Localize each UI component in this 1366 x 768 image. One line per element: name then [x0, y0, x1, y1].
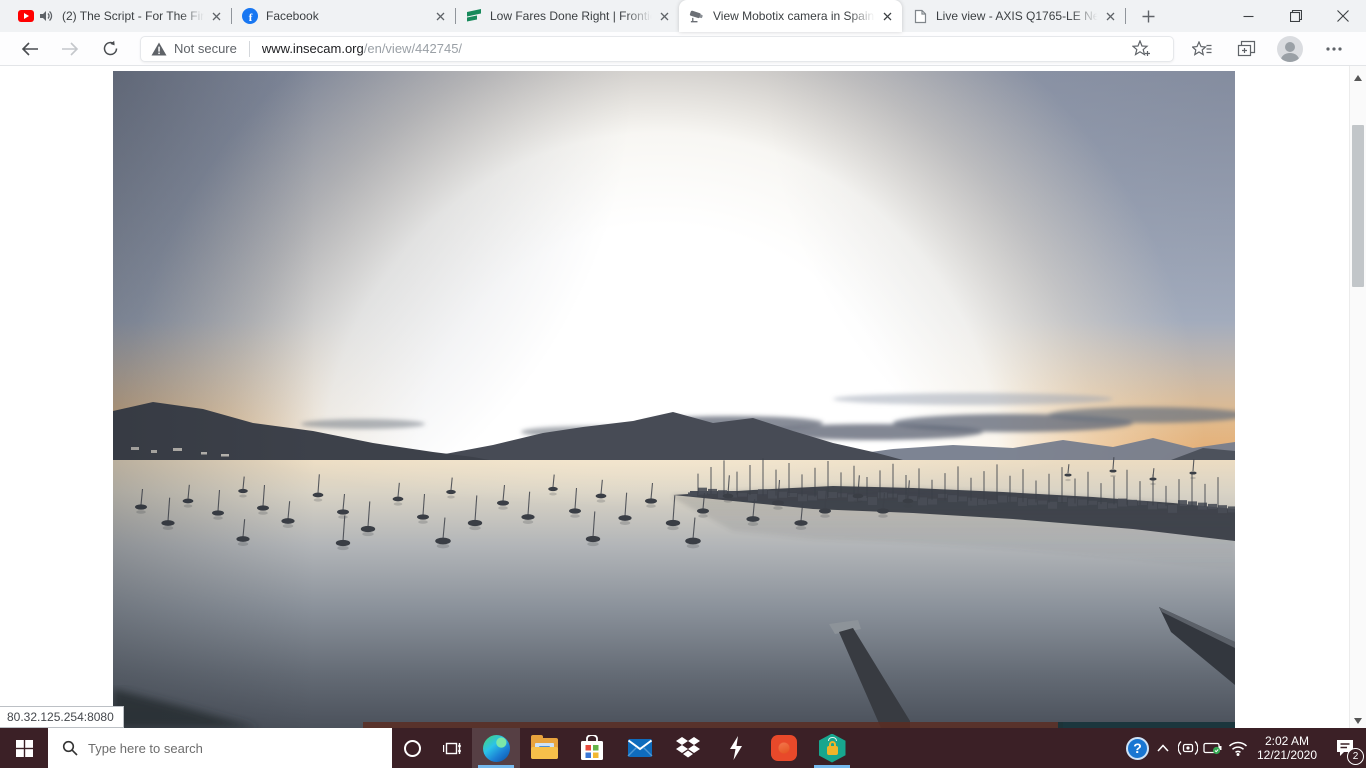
- svg-text:f: f: [249, 12, 253, 24]
- new-tab-button[interactable]: [1134, 2, 1162, 30]
- tab-mobotix-active[interactable]: View Mobotix camera in Spain: [679, 0, 902, 32]
- url-path: /en/view/442745/: [364, 41, 462, 56]
- show-hidden-icons-chevron[interactable]: [1150, 728, 1175, 768]
- taskbar-search-input[interactable]: Type here to search: [48, 728, 392, 768]
- warning-icon: [151, 42, 167, 56]
- clock-time: 2:02 AM: [1252, 734, 1322, 748]
- tab-close-icon[interactable]: [1101, 7, 1119, 25]
- profile-avatar[interactable]: [1275, 35, 1305, 63]
- search-placeholder: Type here to search: [88, 741, 203, 756]
- webcam-image: [113, 71, 1235, 728]
- tab-facebook[interactable]: f Facebook: [232, 0, 455, 32]
- taskbar-edge-icon[interactable]: [472, 728, 520, 768]
- tab-title: (2) The Script - For The First: [62, 9, 207, 23]
- scrollbar-up-arrow[interactable]: [1354, 75, 1362, 81]
- taskbar-mail-icon[interactable]: [616, 728, 664, 768]
- window-minimize-button[interactable]: [1225, 0, 1272, 32]
- tab-close-icon[interactable]: [655, 7, 673, 25]
- tab-separator: [1125, 8, 1126, 24]
- add-favorite-icon[interactable]: [1126, 35, 1156, 63]
- notification-count-badge: 2: [1347, 748, 1364, 765]
- taskbar-dropbox-icon[interactable]: [664, 728, 712, 768]
- window-close-button[interactable]: [1319, 0, 1366, 32]
- status-bar-link-preview: 80.32.125.254:8080: [0, 706, 124, 728]
- taskbar-clock[interactable]: 2:02 AM 12/21/2020: [1250, 734, 1324, 762]
- capture-tray-icon[interactable]: [1175, 728, 1200, 768]
- security-camera-icon: [689, 8, 705, 24]
- not-secure-label: Not secure: [174, 41, 237, 56]
- battery-status-tray-icon[interactable]: [1200, 728, 1225, 768]
- tab-title: View Mobotix camera in Spain: [713, 9, 878, 23]
- refresh-button[interactable]: [96, 35, 124, 63]
- tab-youtube[interactable]: (2) The Script - For The First: [8, 0, 231, 32]
- taskbar-office-icon[interactable]: [760, 728, 808, 768]
- tab-audio-icon[interactable]: [38, 8, 54, 24]
- action-center-button[interactable]: 2: [1324, 728, 1366, 768]
- windows-taskbar: Type here to search ? 2:: [0, 728, 1366, 768]
- url-text: www.insecam.org/en/view/442745/: [262, 41, 462, 56]
- tab-title: Facebook: [266, 9, 431, 23]
- collections-icon[interactable]: [1231, 35, 1261, 63]
- scrollbar-down-arrow[interactable]: [1354, 718, 1362, 724]
- tab-title: Low Fares Done Right | Frontier: [490, 9, 655, 23]
- page-content: 80.32.125.254:8080: [0, 66, 1366, 728]
- tab-close-icon[interactable]: [878, 7, 896, 25]
- task-view-button[interactable]: [432, 728, 472, 768]
- tab-axis-live-view[interactable]: Live view - AXIS Q1765-LE Net: [902, 0, 1125, 32]
- tab-close-icon[interactable]: [431, 7, 449, 25]
- browser-menu-icon[interactable]: [1319, 35, 1349, 63]
- tab-close-icon[interactable]: [207, 7, 225, 25]
- taskbar-microsoft-store-icon[interactable]: [568, 728, 616, 768]
- start-button[interactable]: [0, 728, 48, 768]
- taskbar-file-explorer-icon[interactable]: [520, 728, 568, 768]
- cortana-button[interactable]: [392, 728, 432, 768]
- youtube-icon: [18, 8, 34, 24]
- facebook-icon: f: [242, 8, 258, 24]
- frontier-icon: [466, 8, 482, 24]
- forward-button[interactable]: [56, 35, 84, 63]
- favorites-bar-icon[interactable]: [1187, 35, 1217, 63]
- tab-title: Live view - AXIS Q1765-LE Net: [936, 9, 1101, 23]
- clock-date: 12/21/2020: [1252, 748, 1322, 762]
- taskbar-security-vpn-icon[interactable]: [808, 728, 856, 768]
- scrollbar-thumb[interactable]: [1352, 125, 1364, 287]
- wifi-tray-icon[interactable]: [1225, 728, 1250, 768]
- omnibox-divider: [249, 41, 250, 57]
- window-restore-button[interactable]: [1272, 0, 1319, 32]
- search-icon: [62, 740, 78, 756]
- url-host: www.insecam.org: [262, 41, 364, 56]
- browser-toolbar: Not secure www.insecam.org/en/view/44274…: [0, 32, 1366, 66]
- tab-frontier[interactable]: Low Fares Done Right | Frontier: [456, 0, 679, 32]
- taskbar-lightning-app-icon[interactable]: [712, 728, 760, 768]
- browser-tab-strip: (2) The Script - For The First f Faceboo…: [0, 0, 1366, 32]
- page-scrollbar[interactable]: [1349, 66, 1366, 728]
- help-tray-icon[interactable]: ?: [1125, 728, 1150, 768]
- address-bar[interactable]: Not secure www.insecam.org/en/view/44274…: [140, 36, 1174, 62]
- back-button[interactable]: [16, 35, 44, 63]
- document-icon: [912, 8, 928, 24]
- site-security-chip[interactable]: Not secure: [151, 41, 237, 56]
